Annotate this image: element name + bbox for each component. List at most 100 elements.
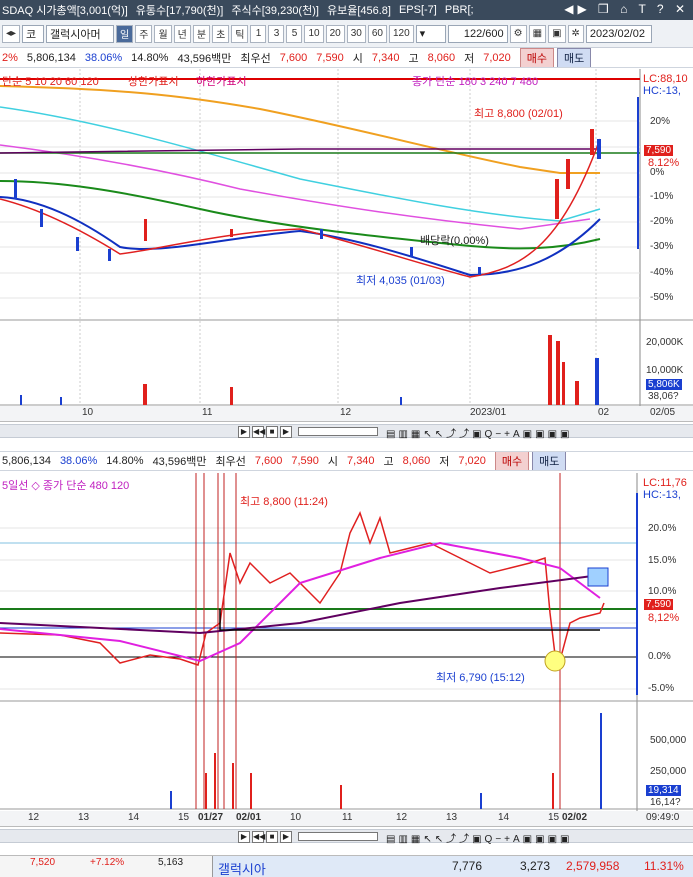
volume-tick: 500,000 (650, 735, 687, 746)
best-ask: 7,600 (254, 455, 283, 467)
date-input[interactable]: 2023/02/02 (585, 24, 652, 43)
scroll-start-icon[interactable]: ◀◀ (252, 831, 265, 843)
stock-list-row[interactable]: 7,520 +7.12% 5,163 갤럭시아 7,776 3,273 2,57… (0, 855, 693, 877)
minute-60[interactable]: 60 (367, 24, 387, 43)
high-label: 고 (408, 52, 419, 65)
summary-item: EPS[-7] (398, 4, 437, 16)
volume-marker: 19,314 (646, 785, 681, 796)
stock-name-cell[interactable]: 갤럭시아 (218, 859, 266, 877)
pause-icon[interactable]: ■ (266, 426, 278, 438)
price-marker: 7,590 (644, 145, 674, 156)
daily-x-axis: 10 11 12 2023/01 02 02/05 (0, 406, 693, 422)
x-axis-end: 02/05 (650, 407, 676, 418)
save-icon[interactable]: ▣ (548, 24, 566, 43)
minute-chart-scrollbar[interactable]: ▶ ◀◀ ■ ▶ ▤▥▦↖↖⤴⤴▣Q−+A▣▣▣▣ (0, 829, 693, 845)
chart-toolbar: ◂▸ 코 갤럭시아머 일 주 월 년 분 초 틱 1 3 5 10 20 30 … (0, 20, 693, 48)
daily-chart-panel[interactable]: 단순 5 10 20 60 120 상한가표시 하한가표시 종가 단순 180 … (0, 69, 693, 409)
drawing-tools-icons[interactable]: ▤▥▦↖↖⤴⤴▣Q−+A▣▣▣▣ (386, 425, 572, 440)
stock-name-input[interactable]: 갤럭시아머 (46, 24, 115, 43)
minute-20[interactable]: 20 (325, 24, 345, 43)
y-tick: 10.0% (648, 586, 677, 597)
summary-item: PBR[; (444, 4, 474, 16)
x-tick: 15 (548, 812, 560, 823)
sell-button[interactable]: 매도 (557, 48, 592, 67)
open-label: 시 (352, 52, 363, 65)
dividend-annotation: 배당락(0.00%) (420, 235, 489, 247)
best-label: 최우선 (215, 456, 246, 468)
x-tick: 10 (82, 407, 94, 418)
volume-ratio: 38.06% (84, 51, 123, 64)
lc-label: LC:11,76 (643, 477, 687, 489)
daily-chart-scrollbar[interactable]: ▶ ◀◀ ■ ▶ ▤▥▦↖↖⤴⤴▣Q−+A▣▣▣▣ (0, 424, 693, 440)
volume-ratio: 38.06% (59, 455, 98, 467)
x-tick: 02 (598, 407, 610, 418)
low-value: 7,020 (458, 455, 486, 467)
period-week[interactable]: 주 (135, 24, 153, 43)
scroll-right-icon[interactable]: ▶ (238, 831, 250, 843)
zoom-slider[interactable] (298, 427, 378, 436)
volume-tick: 250,000 (650, 766, 687, 777)
minute-chart-panel[interactable]: 5일선 ◇ 종가 단순 480 120 LC:11,76 HC:-13, 최고 … (0, 473, 693, 811)
window-controls[interactable]: ◀▶ ❒ ⌂ T ? ✕ (564, 2, 689, 16)
high-value: 8,060 (402, 455, 431, 467)
summary-item: SDAQ 시가총액[3,001(억)] (2, 5, 128, 17)
y-tick: -40% (650, 267, 674, 278)
period-minute[interactable]: 분 (192, 24, 211, 43)
period-year[interactable]: 년 (173, 24, 191, 43)
scroll-end-icon[interactable]: ▶ (280, 831, 292, 843)
hc-label: HC:-13, (643, 489, 681, 501)
drawing-tools-icons[interactable]: ▤▥▦↖↖⤴⤴▣Q−+A▣▣▣▣ (386, 830, 572, 845)
y-tick: -30% (650, 241, 674, 252)
y-tick: 0% (650, 167, 665, 178)
low-label: 저 (439, 456, 450, 468)
zoom-slider[interactable] (298, 832, 378, 841)
buy-button[interactable]: 매수 (494, 452, 530, 470)
settings-icon[interactable]: ⚙ (509, 24, 527, 43)
scroll-start-icon[interactable]: ◀◀ (252, 426, 265, 438)
period-day[interactable]: 일 (116, 24, 134, 43)
high-label: 고 (383, 456, 394, 468)
minute-x-axis: 12 13 14 15 01/27 02/01 10 11 12 13 14 1… (0, 811, 693, 827)
turnover-rate: 14.80% (106, 455, 144, 467)
minute-5[interactable]: 5 (286, 24, 303, 43)
gear-icon[interactable]: ✲ (567, 24, 584, 43)
minute-10[interactable]: 10 (304, 24, 324, 43)
minute-3[interactable]: 3 (268, 24, 285, 43)
period-month[interactable]: 월 (154, 24, 172, 43)
buy-button[interactable]: 매수 (519, 48, 555, 67)
lc-label: LC:88,10 (643, 73, 688, 85)
open-value: 7,340 (371, 51, 400, 64)
x-tick: 12 (396, 812, 408, 823)
x-tick: 15 (178, 812, 190, 823)
period-tick[interactable]: 틱 (231, 24, 249, 43)
prev-icon[interactable]: ◂▸ (2, 24, 21, 43)
market-prefix[interactable]: 코 (22, 24, 45, 43)
y-tick: -20% (650, 216, 674, 227)
grid-icon[interactable]: ▦ (528, 24, 547, 43)
turnover-rate: 14.80% (131, 51, 169, 64)
period-second[interactable]: 초 (212, 24, 230, 43)
x-tick: 11 (202, 407, 213, 418)
list-cell: 11.31% (644, 859, 684, 873)
scroll-right-icon[interactable]: ▶ (238, 426, 250, 438)
scroll-end-icon[interactable]: ▶ (280, 426, 292, 438)
count-field[interactable]: 122/600 (447, 24, 508, 43)
x-tick: 14 (498, 812, 510, 823)
minute-1[interactable]: 1 (250, 24, 267, 43)
sell-button[interactable]: 매도 (532, 452, 567, 470)
volume-marker: 5,806K (646, 379, 682, 390)
minute-30[interactable]: 30 (346, 24, 366, 43)
pause-icon[interactable]: ■ (266, 831, 278, 843)
list-cell: 7,776 (452, 859, 483, 873)
volume-tick: 20,000K (646, 337, 684, 348)
minute-120[interactable]: 120 (388, 24, 414, 43)
custom-period-input[interactable]: ▾ (415, 24, 446, 43)
list-cell: +7.12% (90, 857, 125, 868)
x-tick: 01/27 (198, 812, 224, 823)
low-annotation: 최저 6,790 (15:12) (436, 672, 525, 684)
best-label: 최우선 (240, 52, 271, 65)
change-pct: 2% (2, 51, 18, 64)
x-tick: 12 (340, 407, 352, 418)
volume-last: 38,06? (648, 391, 679, 402)
x-tick: 13 (446, 812, 458, 823)
